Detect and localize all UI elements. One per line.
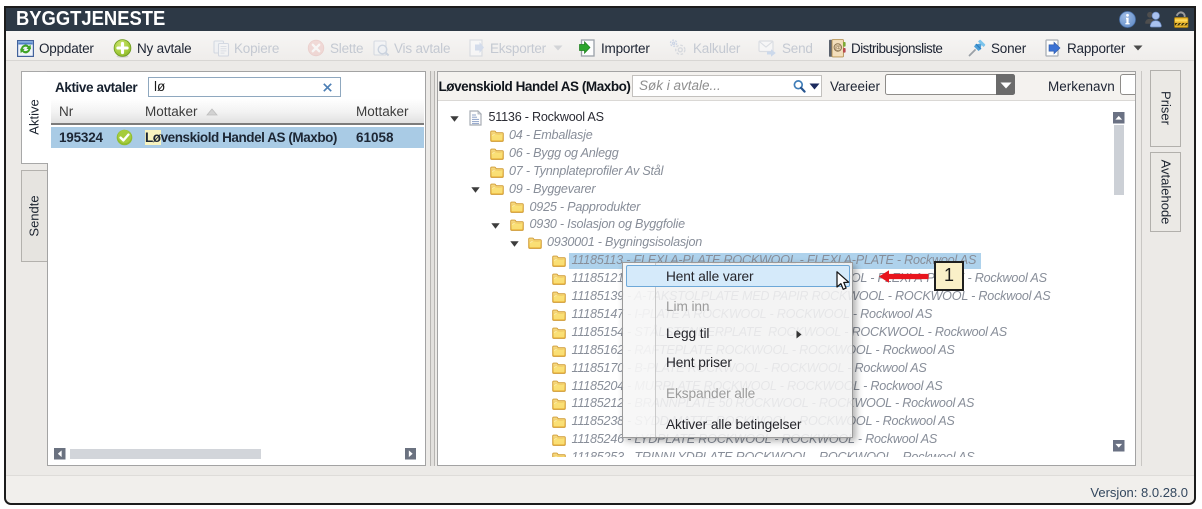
svg-text:@: @ [835,45,841,51]
